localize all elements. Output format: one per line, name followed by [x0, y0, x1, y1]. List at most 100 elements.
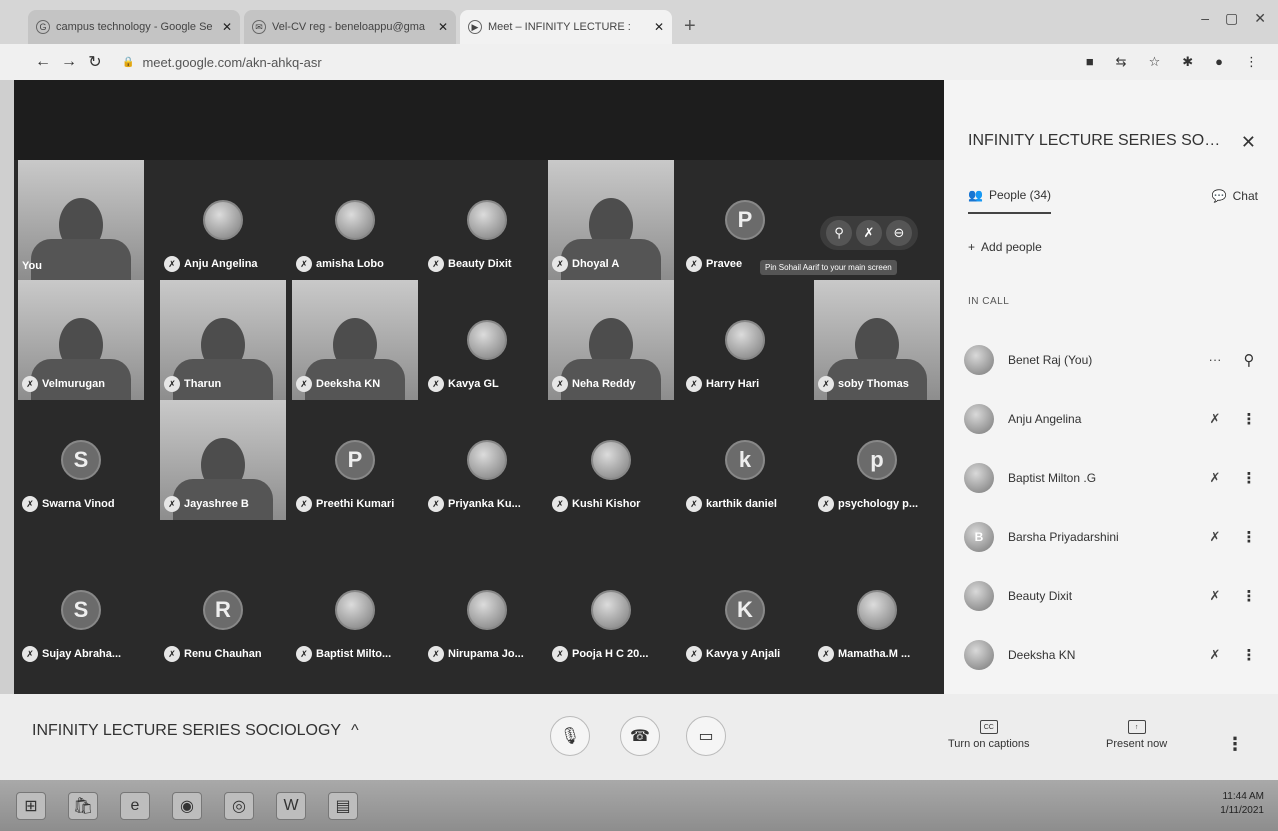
close-icon[interactable]: ✕	[438, 20, 448, 34]
participant-tile[interactable]: ✗ Pooja H C 20...	[548, 550, 674, 670]
people-list: Benet Raj (You) ··· ⚲ Anju Angelina ✗ ⋮ Baptis…	[964, 330, 1264, 684]
more-options-icon[interactable]: ⋮	[1234, 587, 1264, 605]
tab-chat[interactable]: 💬 Chat	[1212, 188, 1258, 214]
word-icon[interactable]: W	[276, 791, 306, 820]
more-options-icon[interactable]: ⋮	[1226, 734, 1244, 755]
leave-call-button[interactable]: ☎	[620, 716, 660, 756]
pin-icon[interactable]: ⚲	[1234, 351, 1264, 369]
edge-browser-icon[interactable]: e	[120, 791, 150, 820]
participant-row[interactable]: B Barsha Priyadarshini ✗ ⋮	[964, 507, 1264, 566]
file-explorer-icon[interactable]: ▤	[328, 791, 358, 820]
participant-tile[interactable]: ✗ Kushi Kishor	[548, 400, 674, 520]
captions-button[interactable]: CC Turn on captions	[948, 720, 1030, 750]
captions-icon: CC	[979, 720, 998, 734]
google-icon: G	[36, 20, 50, 34]
more-options-icon[interactable]: ⋮	[1234, 528, 1264, 546]
url-field[interactable]: 🔒 meet.google.com/akn-ahkq-asr	[122, 55, 322, 70]
participant-tile[interactable]: K ✗ Kavya y Anjali	[682, 550, 808, 670]
pin-icon[interactable]: ⚲	[826, 220, 852, 246]
translate-icon[interactable]: ⇆	[1116, 54, 1127, 70]
participant-avatar	[467, 590, 507, 630]
mic-off-icon[interactable]: ✗	[1196, 470, 1234, 486]
close-icon[interactable]: ✕	[222, 20, 232, 34]
participant-tile[interactable]: ✗ Jayashree B	[160, 400, 286, 520]
browser-tab[interactable]: ✉ Vel-CV reg - beneloappu@gma ✕	[244, 10, 456, 44]
minimize-icon[interactable]: –	[1201, 10, 1209, 27]
participant-tile[interactable]: You	[18, 160, 144, 280]
participant-tile[interactable]: ✗ Dhoyal A	[548, 160, 674, 280]
participant-tile[interactable]: ✗ Neha Reddy	[548, 280, 674, 400]
tab-people[interactable]: 👥 People (34)	[968, 188, 1051, 214]
participant-tile[interactable]: k ✗ karthik daniel	[682, 400, 808, 520]
address-bar: ← → ↻ 🔒 meet.google.com/akn-ahkq-asr ■ ⇆…	[0, 44, 1278, 80]
participant-avatar	[203, 200, 243, 240]
meeting-details-button[interactable]: INFINITY LECTURE SERIES SOCIOLOGY ^	[32, 722, 359, 740]
chrome-icon[interactable]: ◎	[224, 791, 254, 820]
mic-off-icon[interactable]: ✗	[1196, 411, 1234, 427]
menu-icon[interactable]: ⋮	[1245, 54, 1258, 70]
mute-icon[interactable]: ✗	[856, 220, 882, 246]
more-options-icon[interactable]: ⋮	[1234, 410, 1264, 428]
more-horizontal-icon[interactable]: ···	[1196, 352, 1234, 367]
back-icon[interactable]: ←	[30, 53, 56, 71]
participant-row[interactable]: Benet Raj (You) ··· ⚲	[964, 330, 1264, 389]
clock-time: 11:44 AM	[1222, 791, 1264, 802]
extension-icon[interactable]: ✱	[1182, 54, 1193, 70]
star-icon[interactable]: ☆	[1149, 54, 1161, 70]
more-options-icon[interactable]: ⋮	[1234, 469, 1264, 487]
add-people-button[interactable]: + Add people	[968, 240, 1042, 254]
more-options-icon[interactable]: ⋮	[1234, 646, 1264, 664]
remove-icon[interactable]: ⊖	[886, 220, 912, 246]
participant-tile[interactable]: ✗ soby Thomas	[814, 280, 940, 400]
participant-tile[interactable]: ✗ Kavya GL	[424, 280, 550, 400]
windows-start-icon[interactable]: ⊞	[16, 791, 46, 820]
participant-row[interactable]: Anju Angelina ✗ ⋮	[964, 389, 1264, 448]
close-icon[interactable]: ✕	[654, 20, 664, 34]
participant-tile[interactable]: ✗ amisha Lobo	[292, 160, 418, 280]
browser-tab[interactable]: G campus technology - Google Se ✕	[28, 10, 240, 44]
participant-tile[interactable]: ✗ Harry Hari	[682, 280, 808, 400]
reload-icon[interactable]: ↻	[82, 52, 108, 72]
participant-row[interactable]: Baptist Milton .G ✗ ⋮	[964, 448, 1264, 507]
participant-tile[interactable]: ✗ Anju Angelina	[160, 160, 286, 280]
participant-row[interactable]: Deeksha KN ✗ ⋮	[964, 625, 1264, 684]
participant-row[interactable]: Beauty Dixit ✗ ⋮	[964, 566, 1264, 625]
browser-tab-active[interactable]: ▶ Meet – INFINITY LECTURE : ✕	[460, 10, 672, 44]
camera-icon[interactable]: ■	[1086, 54, 1094, 70]
mic-off-icon[interactable]: ✗	[1196, 588, 1234, 604]
new-tab-icon[interactable]: +	[684, 15, 696, 38]
mic-off-icon[interactable]: ✗	[1196, 529, 1234, 545]
participant-tile[interactable]: ✗ Nirupama Jo...	[424, 550, 550, 670]
participant-tile[interactable]: ✗ Velmurugan	[18, 280, 144, 400]
extension-icons: ■ ⇆ ☆ ✱ ● ⋮	[1086, 54, 1258, 70]
participant-tile[interactable]: ✗ Priyanka Ku...	[424, 400, 550, 520]
participant-tile[interactable]: ✗ Beauty Dixit	[424, 160, 550, 280]
participant-tile[interactable]: ✗ Mamatha.M ...	[814, 550, 940, 670]
participant-tile[interactable]: p ✗ psychology p...	[814, 400, 940, 520]
avatar: B	[964, 521, 994, 552]
avatar	[964, 639, 994, 670]
participant-tile[interactable]: ✗ Deeksha KN	[292, 280, 418, 400]
forward-icon[interactable]: →	[56, 53, 82, 71]
present-now-button[interactable]: ↑ Present now	[1106, 720, 1167, 750]
store-icon[interactable]: 🛍	[68, 791, 98, 820]
microphone-button[interactable]: 🎙	[550, 716, 590, 756]
participant-tile[interactable]: ✗ Tharun	[160, 280, 286, 400]
close-icon[interactable]: ✕	[1241, 132, 1256, 153]
firefox-icon[interactable]: ◉	[172, 791, 202, 820]
participant-tile[interactable]: S ✗ Swarna Vinod	[18, 400, 144, 520]
participant-tile[interactable]: R ✗ Renu Chauhan	[160, 550, 286, 670]
maximize-icon[interactable]: ▢	[1225, 10, 1238, 27]
mic-off-icon[interactable]: ✗	[1196, 647, 1234, 663]
close-window-icon[interactable]: ✕	[1254, 10, 1266, 27]
participant-name: Harry Hari	[706, 378, 760, 390]
system-clock[interactable]: 11:44 AM 1/11/2021	[1220, 790, 1264, 818]
captions-label: Turn on captions	[948, 738, 1030, 750]
profile-icon[interactable]: ●	[1215, 54, 1223, 70]
camera-button[interactable]: ▭	[686, 716, 726, 756]
meet-icon: ▶	[468, 20, 482, 34]
participant-name: Deeksha KN	[1008, 647, 1076, 662]
participant-tile[interactable]: S ✗ Sujay Abraha...	[18, 550, 144, 670]
participant-tile[interactable]: ✗ Baptist Milto...	[292, 550, 418, 670]
participant-tile[interactable]: P ✗ Preethi Kumari	[292, 400, 418, 520]
